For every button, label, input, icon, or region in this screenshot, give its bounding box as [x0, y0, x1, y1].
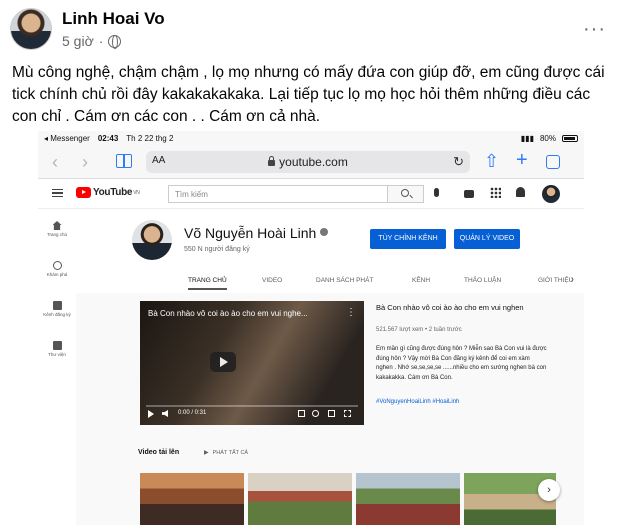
- forward-arrow-icon: ›: [82, 152, 88, 172]
- youtube-page: YouTube VN Tìm kiếm Trang chủ Khám phá Kê…: [38, 179, 584, 525]
- channel-avatar: [132, 220, 172, 260]
- post-text: Mù công nghệ, chậm chậm , lọ mọ nhưng có…: [12, 64, 605, 125]
- create-video-icon: [464, 190, 474, 198]
- video-player: Bà Con nhào vô coi ào ào cho em vui nghe…: [140, 301, 364, 425]
- video-progress-bar: [146, 405, 358, 407]
- video-menu-icon: ⋮: [346, 307, 356, 318]
- tab-channels: KÊNH: [412, 277, 431, 284]
- battery-percent: 80%: [539, 133, 556, 143]
- url-text: youtube.com: [279, 155, 348, 169]
- video-controls: 0:00 / 0:31: [148, 409, 356, 421]
- fullscreen-icon: [344, 410, 351, 417]
- menu-icon: [52, 189, 63, 197]
- notifications-icon: [516, 187, 525, 197]
- meta-separator: ·: [98, 33, 104, 49]
- channel-name: Võ Nguyễn Hoài Linh: [184, 225, 329, 241]
- status-time: 02:43: [97, 133, 119, 143]
- mic-icon: [434, 188, 439, 197]
- video-time: 0:00 / 0:31: [178, 410, 207, 416]
- video-thumbnail: [140, 473, 244, 525]
- home-icon: [52, 221, 62, 230]
- back-arrow-icon: ‹: [52, 152, 58, 172]
- sidebar-item-explore: Khám phá: [38, 261, 76, 277]
- video-thumbnail: [248, 473, 352, 525]
- video-stats: 521.567 lượt xem • 2 tuần trước: [376, 327, 462, 333]
- post-header: Linh Hoai Vo 5 giờ · ···: [10, 8, 610, 54]
- sidebar-label: Thư viện: [48, 352, 66, 357]
- verified-icon: [320, 228, 329, 236]
- sidebar-label: Kênh đăng ký: [43, 312, 71, 317]
- library-icon: [52, 341, 62, 350]
- screenshot-image[interactable]: ◂ Messenger 02:43 Th 2 22 thg 2 ▮▮▮ 80% …: [38, 131, 584, 525]
- signal-icon: ▮▮▮: [520, 133, 534, 143]
- sidebar-item-library: Thư viện: [38, 341, 76, 357]
- play-button-icon: [210, 352, 236, 372]
- safari-toolbar: ‹ › AA youtube.com ↻ ⇧ +: [38, 145, 584, 179]
- chevron-right-icon: ›: [570, 274, 574, 285]
- manage-videos-button: QUẢN LÝ VIDEO: [454, 229, 520, 249]
- sidebar-item-subscriptions: Kênh đăng ký: [38, 301, 76, 317]
- channel-header: Võ Nguyễn Hoài Linh 550 N người đăng ký …: [76, 209, 584, 293]
- sidebar-item-home: Trang chủ: [38, 221, 76, 237]
- sidebar-label: Trang chủ: [46, 232, 68, 237]
- tab-about: GIỚI THIỆU: [538, 277, 574, 284]
- video-description: Em mần gì cũng được đúng hôn ? Miễn sao …: [376, 346, 547, 381]
- tabs-icon: [546, 155, 560, 169]
- status-right: ▮▮▮ 80%: [521, 134, 578, 143]
- video-overlay-title: Bà Con nhào vô coi ào ào cho em vui nghe…: [148, 309, 308, 318]
- captions-icon: [298, 410, 305, 417]
- back-to-app: ◂ Messenger: [44, 133, 90, 143]
- youtube-search-button: [388, 185, 424, 203]
- status-date: Th 2 22 thg 2: [126, 133, 174, 143]
- post-meta: 5 giờ ·: [62, 33, 122, 49]
- youtube-logo: YouTube VN: [76, 187, 140, 198]
- youtube-topbar: YouTube VN Tìm kiếm: [38, 179, 584, 209]
- video-thumbnail: [356, 473, 460, 525]
- youtube-logo-text: YouTube: [93, 187, 133, 198]
- tab-videos: VIDEO: [262, 277, 283, 284]
- tab-playlists: DANH SÁCH PHÁT: [316, 277, 374, 284]
- customize-channel-button: TÙY CHỈNH KÊNH: [370, 229, 446, 249]
- more-options-icon[interactable]: ···: [583, 18, 606, 41]
- sidebar-label: Khám phá: [46, 272, 68, 277]
- search-icon: [401, 189, 409, 197]
- author-avatar[interactable]: [10, 8, 52, 50]
- video-hashtags: #VoNguyenHoaiLinh #HoaiLinh: [376, 399, 460, 405]
- subscriber-count: 550 N người đăng ký: [184, 246, 250, 253]
- youtube-region: VN: [133, 189, 140, 196]
- settings-icon: [312, 410, 319, 417]
- youtube-sidebar: Trang chủ Khám phá Kênh đăng ký Thư viện: [38, 209, 76, 525]
- channel-tabs: TRANG CHỦ VIDEO DANH SÁCH PHÁT KÊNH THẢO…: [138, 271, 578, 293]
- youtube-search-input: Tìm kiếm: [168, 185, 388, 203]
- new-tab-icon: +: [516, 149, 528, 171]
- play-icon: [148, 410, 154, 418]
- play-all-button: PHÁT TẤT CẢ: [204, 449, 248, 456]
- address-bar: AA youtube.com ↻: [146, 151, 470, 173]
- video-title: Bà Con nhào vô coi ào ào cho em vui nghe…: [376, 303, 524, 312]
- apps-icon: [490, 187, 501, 198]
- share-icon: ⇧: [484, 151, 500, 171]
- author-name[interactable]: Linh Hoai Vo: [62, 9, 165, 29]
- lock-icon: [268, 156, 276, 166]
- subscriptions-icon: [52, 301, 62, 310]
- volume-icon: [162, 410, 168, 417]
- user-avatar: [542, 185, 560, 203]
- post-time[interactable]: 5 giờ: [62, 33, 94, 49]
- youtube-play-icon: [76, 187, 91, 198]
- globe-icon[interactable]: [108, 34, 122, 49]
- bookmarks-icon: [116, 154, 132, 168]
- uploads-heading: Video tải lên: [138, 449, 180, 456]
- explore-icon: [52, 261, 62, 270]
- channel-name-text: Võ Nguyễn Hoài Linh: [184, 225, 317, 241]
- ios-status-bar: ◂ Messenger 02:43 Th 2 22 thg 2 ▮▮▮ 80%: [38, 131, 584, 145]
- tab-home: TRANG CHỦ: [188, 277, 227, 290]
- tab-community: THẢO LUẬN: [464, 277, 502, 284]
- facebook-post: Linh Hoai Vo 5 giờ · ··· Mù công nghệ, c…: [0, 0, 620, 525]
- reload-icon: ↻: [453, 154, 464, 169]
- next-arrow-icon: ›: [538, 479, 560, 501]
- battery-icon: [562, 134, 578, 142]
- cast-icon: [328, 410, 335, 417]
